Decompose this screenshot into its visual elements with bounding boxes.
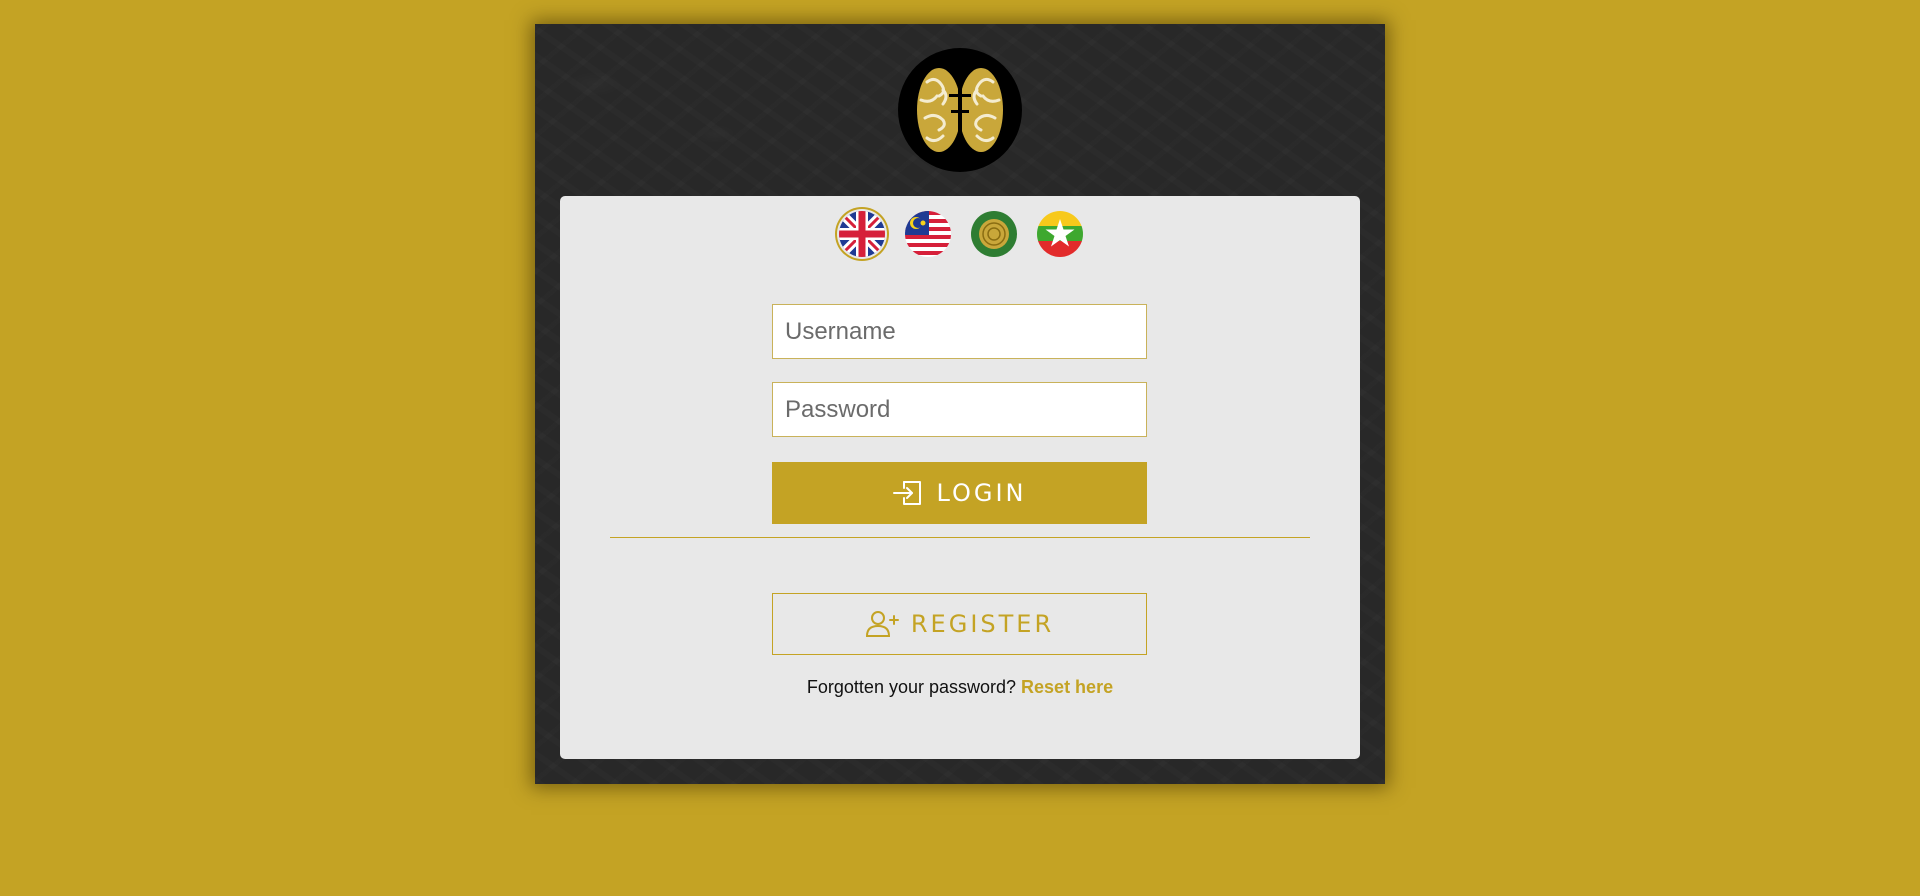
- reset-password-link[interactable]: Reset here: [1021, 677, 1113, 697]
- login-label: LOGIN: [936, 479, 1027, 507]
- arabic-emblem-flag-icon[interactable]: [969, 209, 1019, 259]
- divider: [610, 537, 1310, 538]
- username-input[interactable]: [772, 304, 1147, 359]
- register-button[interactable]: REGISTER: [772, 593, 1147, 655]
- myanmar-flag-icon[interactable]: [1035, 209, 1085, 259]
- login-button[interactable]: LOGIN: [772, 462, 1147, 524]
- login-icon: [892, 479, 924, 507]
- login-panel: LOGIN REGISTER Forgotten your password? …: [535, 24, 1385, 784]
- brain-logo-icon: [898, 48, 1022, 172]
- forgot-password-text: Forgotten your password?: [806, 677, 1017, 697]
- forgot-password-row: Forgotten your password? Reset here: [560, 677, 1360, 698]
- register-label: REGISTER: [910, 610, 1055, 638]
- login-card: LOGIN REGISTER Forgotten your password? …: [560, 196, 1360, 759]
- malaysia-flag-icon[interactable]: [903, 209, 953, 259]
- add-user-icon: [865, 610, 899, 638]
- language-selector: [560, 209, 1360, 259]
- password-input[interactable]: [772, 382, 1147, 437]
- uk-flag-icon[interactable]: [837, 209, 887, 259]
